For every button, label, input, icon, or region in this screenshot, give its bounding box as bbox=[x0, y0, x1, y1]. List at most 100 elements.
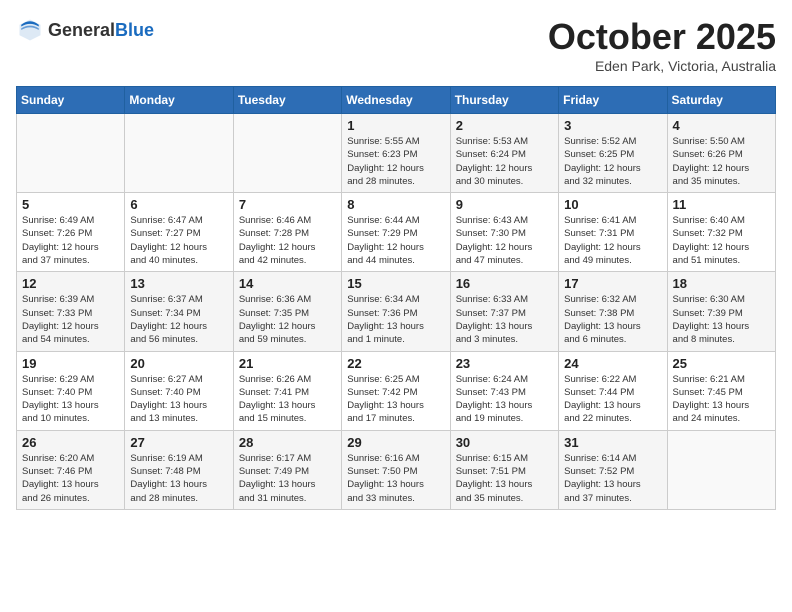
day-info: Sunrise: 6:26 AM Sunset: 7:41 PM Dayligh… bbox=[239, 373, 336, 426]
day-number: 3 bbox=[564, 118, 661, 133]
calendar-cell: 18 Sunrise: 6:30 AM Sunset: 7:39 PM Dayli… bbox=[667, 272, 775, 351]
day-info: Sunrise: 6:17 AM Sunset: 7:49 PM Dayligh… bbox=[239, 452, 336, 505]
calendar-cell: 12 Sunrise: 6:39 AM Sunset: 7:33 PM Dayli… bbox=[17, 272, 125, 351]
calendar-cell bbox=[125, 114, 233, 193]
page-header: GeneralBlue October 2025 Eden Park, Vict… bbox=[16, 16, 776, 74]
day-number: 8 bbox=[347, 197, 444, 212]
calendar-cell: 17 Sunrise: 6:32 AM Sunset: 7:38 PM Dayli… bbox=[559, 272, 667, 351]
logo-text: GeneralBlue bbox=[48, 20, 154, 41]
day-number: 13 bbox=[130, 276, 227, 291]
calendar-cell: 29Sunrise: 6:16 AM Sunset: 7:50 PM Dayli… bbox=[342, 430, 450, 509]
logo: GeneralBlue bbox=[16, 16, 154, 44]
calendar-week-4: 19Sunrise: 6:29 AM Sunset: 7:40 PM Dayli… bbox=[17, 351, 776, 430]
day-info: Sunrise: 6:44 AM Sunset: 7:29 PM Dayligh… bbox=[347, 214, 444, 267]
calendar-cell: 21 Sunrise: 6:26 AM Sunset: 7:41 PM Dayli… bbox=[233, 351, 341, 430]
weekday-header-thursday: Thursday bbox=[450, 87, 558, 114]
calendar-cell: 10 Sunrise: 6:41 AM Sunset: 7:31 PM Dayli… bbox=[559, 193, 667, 272]
calendar-week-1: 1 Sunrise: 5:55 AM Sunset: 6:23 PM Daylig… bbox=[17, 114, 776, 193]
day-number: 10 bbox=[564, 197, 661, 212]
day-info: Sunrise: 6:14 AM Sunset: 7:52 PM Dayligh… bbox=[564, 452, 661, 505]
calendar-cell: 2Sunrise: 5:53 AM Sunset: 6:24 PM Daylig… bbox=[450, 114, 558, 193]
day-number: 11 bbox=[673, 197, 770, 212]
calendar-cell: 19Sunrise: 6:29 AM Sunset: 7:40 PM Dayli… bbox=[17, 351, 125, 430]
calendar-cell: 15 Sunrise: 6:34 AM Sunset: 7:36 PM Dayli… bbox=[342, 272, 450, 351]
day-info: Sunrise: 6:21 AM Sunset: 7:45 PM Dayligh… bbox=[673, 373, 770, 426]
calendar-title: October 2025 bbox=[548, 16, 776, 58]
calendar-cell: 8 Sunrise: 6:44 AM Sunset: 7:29 PM Daylig… bbox=[342, 193, 450, 272]
day-number: 26 bbox=[22, 435, 119, 450]
day-number: 9 bbox=[456, 197, 553, 212]
calendar-cell: 16 Sunrise: 6:33 AM Sunset: 7:37 PM Dayli… bbox=[450, 272, 558, 351]
day-number: 1 bbox=[347, 118, 444, 133]
day-number: 27 bbox=[130, 435, 227, 450]
calendar-cell: 3 Sunrise: 5:52 AM Sunset: 6:25 PM Daylig… bbox=[559, 114, 667, 193]
calendar-cell: 24Sunrise: 6:22 AM Sunset: 7:44 PM Dayli… bbox=[559, 351, 667, 430]
day-number: 18 bbox=[673, 276, 770, 291]
calendar-week-5: 26 Sunrise: 6:20 AM Sunset: 7:46 PM Dayli… bbox=[17, 430, 776, 509]
day-number: 4 bbox=[673, 118, 770, 133]
day-info: Sunrise: 6:25 AM Sunset: 7:42 PM Dayligh… bbox=[347, 373, 444, 426]
calendar-cell: 5 Sunrise: 6:49 AM Sunset: 7:26 PM Daylig… bbox=[17, 193, 125, 272]
day-info: Sunrise: 6:19 AM Sunset: 7:48 PM Dayligh… bbox=[130, 452, 227, 505]
day-number: 14 bbox=[239, 276, 336, 291]
day-number: 29 bbox=[347, 435, 444, 450]
calendar-week-2: 5 Sunrise: 6:49 AM Sunset: 7:26 PM Daylig… bbox=[17, 193, 776, 272]
day-number: 17 bbox=[564, 276, 661, 291]
weekday-header-tuesday: Tuesday bbox=[233, 87, 341, 114]
day-number: 31 bbox=[564, 435, 661, 450]
calendar-table: SundayMondayTuesdayWednesdayThursdayFrid… bbox=[16, 86, 776, 510]
day-info: Sunrise: 6:37 AM Sunset: 7:34 PM Dayligh… bbox=[130, 293, 227, 346]
day-info: Sunrise: 6:24 AM Sunset: 7:43 PM Dayligh… bbox=[456, 373, 553, 426]
calendar-cell: 27 Sunrise: 6:19 AM Sunset: 7:48 PM Dayli… bbox=[125, 430, 233, 509]
calendar-cell: 28 Sunrise: 6:17 AM Sunset: 7:49 PM Dayli… bbox=[233, 430, 341, 509]
calendar-cell: 7Sunrise: 6:46 AM Sunset: 7:28 PM Daylig… bbox=[233, 193, 341, 272]
day-number: 2 bbox=[456, 118, 553, 133]
day-info: Sunrise: 6:20 AM Sunset: 7:46 PM Dayligh… bbox=[22, 452, 119, 505]
logo-blue: Blue bbox=[115, 20, 154, 40]
day-info: Sunrise: 6:15 AM Sunset: 7:51 PM Dayligh… bbox=[456, 452, 553, 505]
day-number: 5 bbox=[22, 197, 119, 212]
day-number: 12 bbox=[22, 276, 119, 291]
day-number: 23 bbox=[456, 356, 553, 371]
day-info: Sunrise: 6:49 AM Sunset: 7:26 PM Dayligh… bbox=[22, 214, 119, 267]
calendar-cell: 25Sunrise: 6:21 AM Sunset: 7:45 PM Dayli… bbox=[667, 351, 775, 430]
calendar-cell: 4 Sunrise: 5:50 AM Sunset: 6:26 PM Daylig… bbox=[667, 114, 775, 193]
day-number: 6 bbox=[130, 197, 227, 212]
weekday-header-friday: Friday bbox=[559, 87, 667, 114]
day-info: Sunrise: 6:46 AM Sunset: 7:28 PM Dayligh… bbox=[239, 214, 336, 267]
calendar-cell: 22 Sunrise: 6:25 AM Sunset: 7:42 PM Dayli… bbox=[342, 351, 450, 430]
day-info: Sunrise: 5:55 AM Sunset: 6:23 PM Dayligh… bbox=[347, 135, 444, 188]
logo-general: General bbox=[48, 20, 115, 40]
logo-icon bbox=[16, 16, 44, 44]
day-info: Sunrise: 6:27 AM Sunset: 7:40 PM Dayligh… bbox=[130, 373, 227, 426]
calendar-cell: 30 Sunrise: 6:15 AM Sunset: 7:51 PM Dayli… bbox=[450, 430, 558, 509]
day-info: Sunrise: 6:41 AM Sunset: 7:31 PM Dayligh… bbox=[564, 214, 661, 267]
calendar-cell: 9Sunrise: 6:43 AM Sunset: 7:30 PM Daylig… bbox=[450, 193, 558, 272]
calendar-cell: 1 Sunrise: 5:55 AM Sunset: 6:23 PM Daylig… bbox=[342, 114, 450, 193]
day-number: 28 bbox=[239, 435, 336, 450]
day-number: 30 bbox=[456, 435, 553, 450]
calendar-cell: 31 Sunrise: 6:14 AM Sunset: 7:52 PM Dayli… bbox=[559, 430, 667, 509]
calendar-cell: 23 Sunrise: 6:24 AM Sunset: 7:43 PM Dayli… bbox=[450, 351, 558, 430]
calendar-cell bbox=[17, 114, 125, 193]
weekday-header-wednesday: Wednesday bbox=[342, 87, 450, 114]
day-number: 15 bbox=[347, 276, 444, 291]
day-number: 20 bbox=[130, 356, 227, 371]
day-info: Sunrise: 6:33 AM Sunset: 7:37 PM Dayligh… bbox=[456, 293, 553, 346]
day-info: Sunrise: 6:40 AM Sunset: 7:32 PM Dayligh… bbox=[673, 214, 770, 267]
day-info: Sunrise: 6:30 AM Sunset: 7:39 PM Dayligh… bbox=[673, 293, 770, 346]
calendar-cell: 14Sunrise: 6:36 AM Sunset: 7:35 PM Dayli… bbox=[233, 272, 341, 351]
day-number: 21 bbox=[239, 356, 336, 371]
day-info: Sunrise: 6:32 AM Sunset: 7:38 PM Dayligh… bbox=[564, 293, 661, 346]
day-info: Sunrise: 6:34 AM Sunset: 7:36 PM Dayligh… bbox=[347, 293, 444, 346]
day-info: Sunrise: 5:52 AM Sunset: 6:25 PM Dayligh… bbox=[564, 135, 661, 188]
day-info: Sunrise: 6:22 AM Sunset: 7:44 PM Dayligh… bbox=[564, 373, 661, 426]
day-number: 19 bbox=[22, 356, 119, 371]
day-info: Sunrise: 6:39 AM Sunset: 7:33 PM Dayligh… bbox=[22, 293, 119, 346]
calendar-cell: 11 Sunrise: 6:40 AM Sunset: 7:32 PM Dayli… bbox=[667, 193, 775, 272]
day-info: Sunrise: 5:50 AM Sunset: 6:26 PM Dayligh… bbox=[673, 135, 770, 188]
day-number: 22 bbox=[347, 356, 444, 371]
day-number: 16 bbox=[456, 276, 553, 291]
calendar-week-3: 12 Sunrise: 6:39 AM Sunset: 7:33 PM Dayli… bbox=[17, 272, 776, 351]
calendar-cell bbox=[667, 430, 775, 509]
